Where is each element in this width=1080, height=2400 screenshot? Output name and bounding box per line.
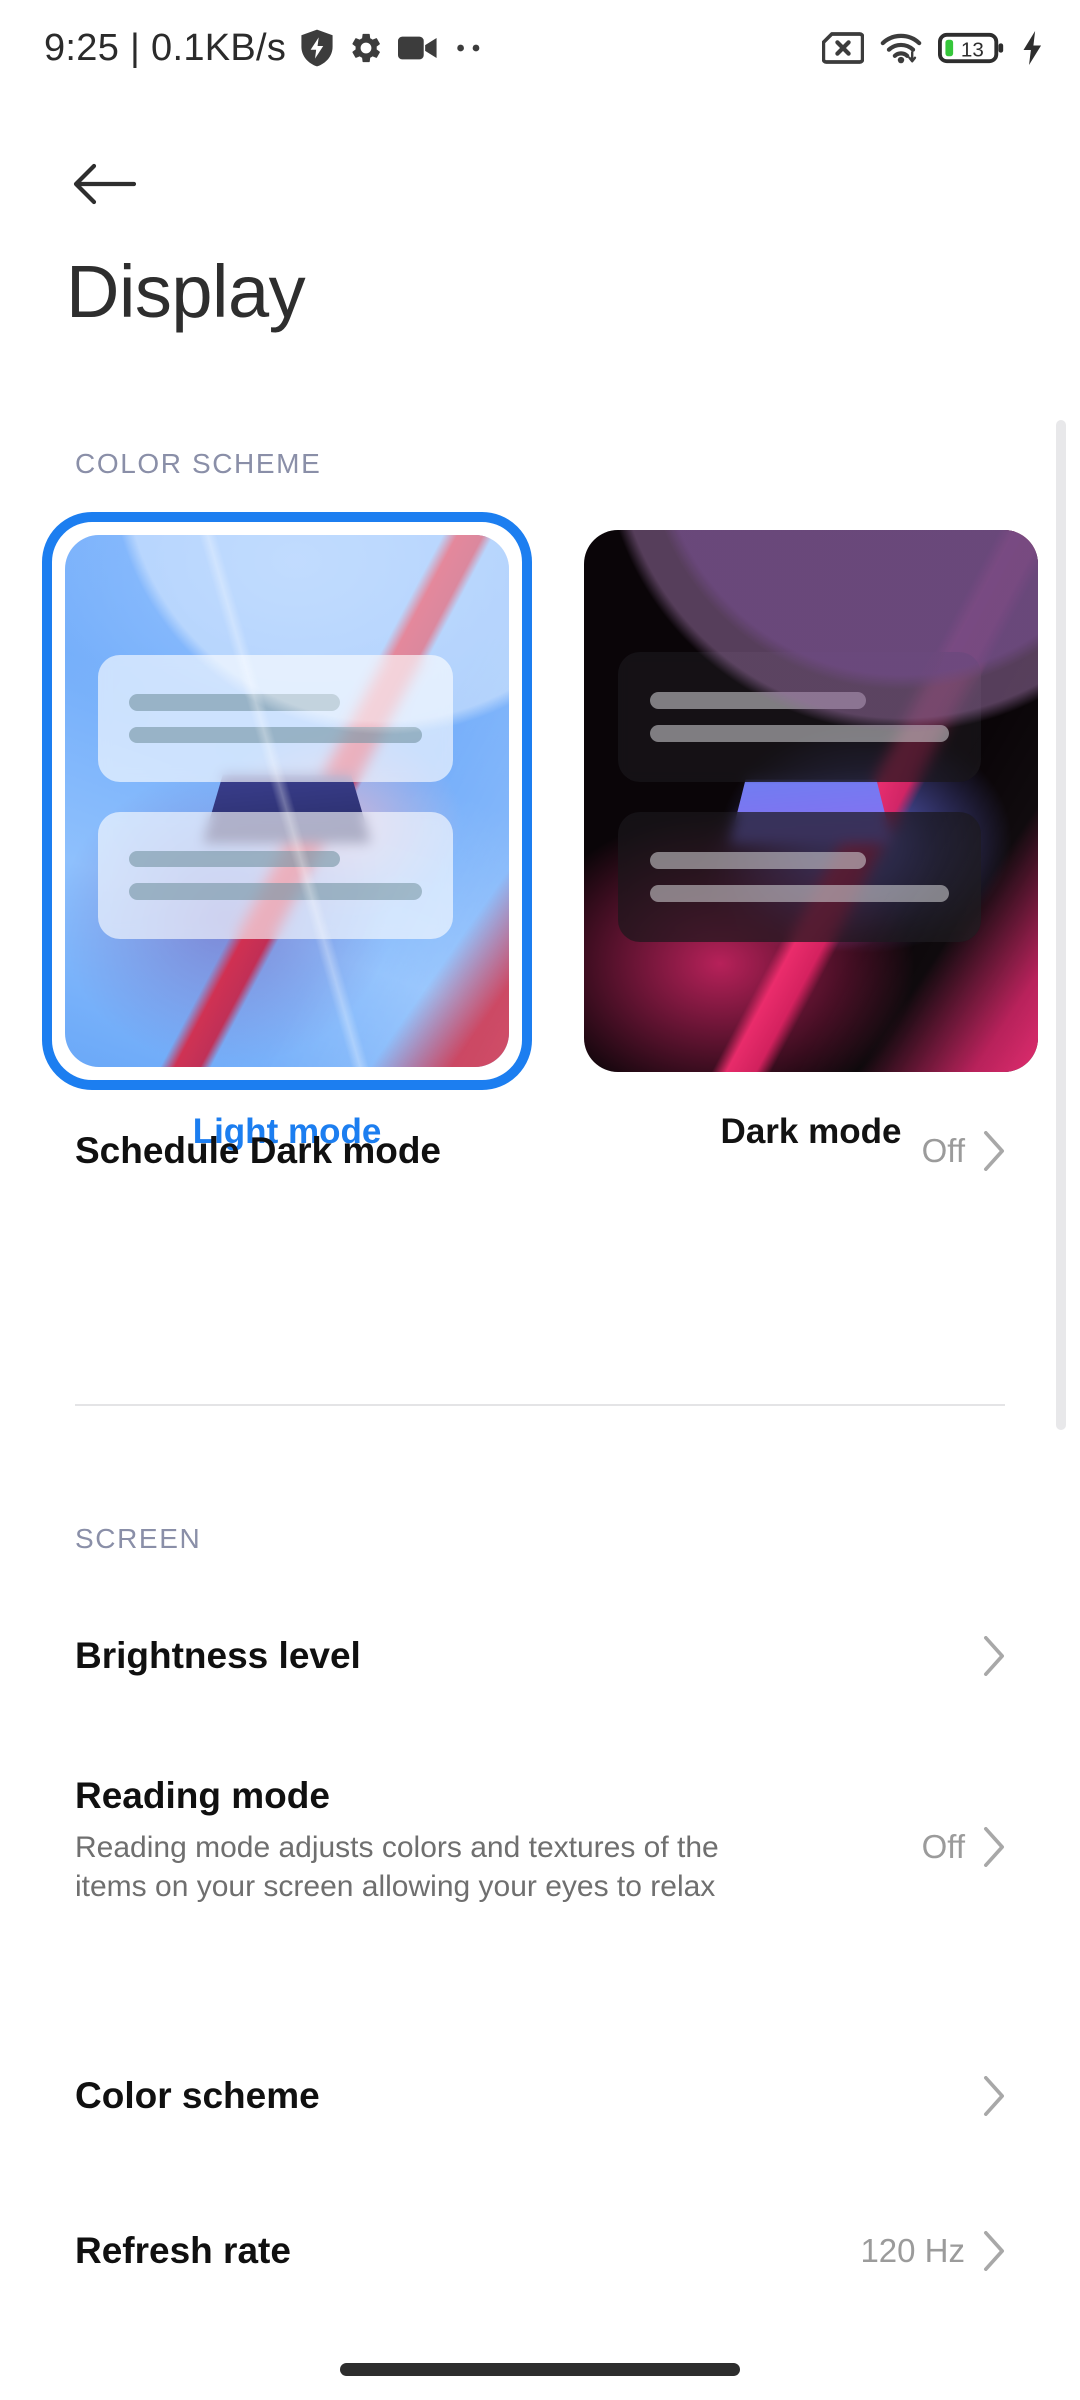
row-texts: Reading mode Reading mode adjusts colors…: [75, 1775, 795, 1907]
row-title: Color scheme: [75, 2075, 320, 2116]
battery-icon: 13: [938, 32, 1004, 64]
preview-text-bar: [649, 724, 950, 742]
light-mode-selection-ring[interactable]: [42, 512, 532, 1090]
section-header-color-scheme: COLOR SCHEME: [75, 448, 322, 479]
preview-text-bar: [649, 884, 950, 902]
preview-notification-card: [98, 654, 454, 783]
section-header-screen: SCREEN: [75, 1523, 202, 1554]
status-bar-left: 9:25 | 0.1KB/s: [44, 27, 486, 70]
back-button[interactable]: [60, 140, 148, 228]
chevron-right-icon: [984, 1827, 1005, 1867]
chevron-right-icon: [984, 1131, 1005, 1172]
row-title: Brightness level: [75, 1635, 361, 1676]
page-title: Display: [66, 250, 306, 333]
row-texts: Brightness level: [75, 1635, 361, 1678]
row-right: [983, 2076, 1005, 2117]
row-brightness-level[interactable]: Brightness level: [75, 1635, 1005, 1678]
preview-notification-card: [98, 811, 454, 940]
preview-text-bar: [129, 693, 341, 711]
row-title: Schedule Dark mode: [75, 1130, 442, 1171]
row-right: Off: [922, 1827, 1005, 1867]
arrow-left-icon: [73, 163, 136, 205]
shield-security-icon: [301, 29, 333, 67]
wifi-icon: [880, 33, 922, 64]
row-texts: Schedule Dark mode: [75, 1130, 441, 1173]
row-texts: Color scheme: [75, 2075, 320, 2118]
chevron-right-icon: [984, 2076, 1005, 2117]
color-scheme-options: Light mode Dark mode: [42, 512, 1042, 1151]
more-dots-icon: [457, 44, 480, 52]
preview-text-bar: [129, 726, 423, 744]
row-description: Reading mode adjusts colors and textures…: [75, 1830, 719, 1904]
vertical-scrollbar[interactable]: [1056, 420, 1066, 1430]
display-settings-screen: 9:25 | 0.1KB/s 13 Display COLOR SCHEME L…: [0, 0, 1080, 2400]
svg-text:13: 13: [961, 38, 984, 61]
row-value: Off: [921, 1828, 965, 1865]
row-reading-mode[interactable]: Reading mode Reading mode adjusts colors…: [75, 1775, 1005, 1907]
row-color-scheme[interactable]: Color scheme: [75, 2075, 1005, 2118]
preview-text-bar: [649, 851, 866, 869]
light-mode-preview-image: [65, 535, 509, 1067]
color-scheme-option-dark[interactable]: Dark mode: [566, 512, 1056, 1151]
row-refresh-rate[interactable]: Refresh rate 120 Hz: [75, 2230, 1005, 2273]
row-value: 120 Hz: [860, 2232, 965, 2270]
row-schedule-dark-mode[interactable]: Schedule Dark mode Off: [75, 1130, 1005, 1173]
status-bar: 9:25 | 0.1KB/s 13: [0, 0, 1080, 96]
wallpaper-gem-shape: [729, 779, 893, 845]
preview-notification-card: [618, 651, 982, 783]
preview-text-bar: [129, 883, 423, 901]
row-value: Off: [921, 1132, 965, 1170]
row-right: 120 Hz: [860, 2231, 1005, 2272]
status-bar-right: 13: [822, 31, 1044, 65]
chevron-right-icon: [984, 2231, 1005, 2272]
status-clock-network: 9:25 | 0.1KB/s: [44, 26, 287, 69]
row-right: [983, 1636, 1005, 1677]
preview-notification-card: [618, 811, 982, 942]
preview-text-bar: [129, 850, 341, 868]
video-camera-icon: [398, 36, 437, 60]
no-sim-icon: [822, 32, 864, 64]
chevron-right-icon: [984, 1636, 1005, 1677]
row-title: Reading mode: [75, 1775, 330, 1816]
row-right: Off: [921, 1131, 1005, 1172]
color-scheme-option-light[interactable]: Light mode: [42, 512, 532, 1151]
gear-icon: [352, 33, 381, 63]
wallpaper-gem-shape: [202, 774, 372, 844]
charging-bolt-icon: [1023, 31, 1042, 65]
row-title: Refresh rate: [75, 2230, 291, 2271]
dark-mode-preview-image: [584, 530, 1038, 1072]
dark-mode-selection-ring[interactable]: [566, 512, 1056, 1090]
preview-text-bar: [649, 692, 866, 709]
home-indicator[interactable]: [340, 2363, 740, 2376]
section-divider: [75, 1404, 1005, 1406]
row-texts: Refresh rate: [75, 2230, 291, 2273]
